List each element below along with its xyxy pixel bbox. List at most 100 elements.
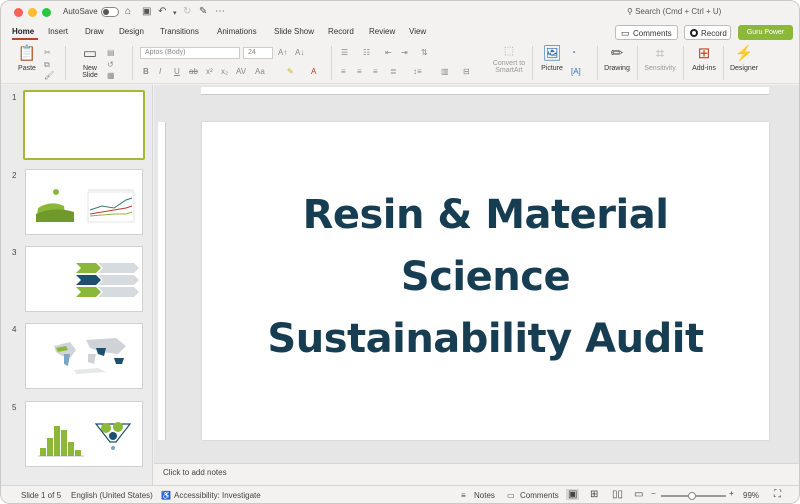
notes-toggle[interactable]: Notes <box>474 491 495 500</box>
slide-thumbnail-4[interactable] <box>25 323 143 389</box>
save-icon[interactable]: ▣ <box>142 6 151 18</box>
text-box-icon[interactable]: [A] <box>571 67 581 76</box>
tab-animations[interactable]: Animations <box>217 27 257 36</box>
record-button[interactable]: Record <box>684 25 731 40</box>
more-icon[interactable]: ⋯ <box>215 6 225 18</box>
designer-button[interactable]: ⚡ Designer <box>727 45 761 72</box>
numbering-icon[interactable]: ☷ <box>363 48 370 57</box>
increase-font-icon[interactable]: A↑ <box>278 48 287 57</box>
justify-icon[interactable]: ≣ <box>390 67 397 76</box>
tab-insert[interactable]: Insert <box>48 27 68 36</box>
slide-thumbnail-1[interactable] <box>23 90 145 160</box>
record-icon <box>690 29 698 37</box>
tab-home[interactable]: Home <box>12 27 34 36</box>
tab-record[interactable]: Record <box>328 27 354 36</box>
powerpoint-window: AutoSave ⌂ ▣ ↶ ▾ ↻ ✎ ⋯ ⚲ Search (Cmd + C… <box>0 0 800 504</box>
paste-button[interactable]: 📋 Paste <box>13 45 41 72</box>
comments-button-label: Comments <box>633 29 672 38</box>
shapes-icon[interactable]: ◔ <box>571 48 576 57</box>
ribbon-tabs: Home Insert Draw Design Transitions Anim… <box>1 23 799 41</box>
highlight-icon[interactable]: ✎ <box>287 67 294 76</box>
superscript-icon[interactable]: x² <box>206 67 213 76</box>
slide-thumbnails-pane: 1 2 3 4 5 <box>1 85 153 485</box>
home-icon[interactable]: ⌂ <box>125 6 131 18</box>
slide-thumbnail-2[interactable] <box>25 169 143 235</box>
character-spacing-icon[interactable]: AV <box>236 67 246 76</box>
tab-view[interactable]: View <box>409 27 426 36</box>
font-color-icon[interactable]: A <box>311 67 316 76</box>
add-ins-button[interactable]: ⊞ Add-ins <box>689 45 719 72</box>
drawing-button[interactable]: ✏ Drawing <box>602 45 632 72</box>
fit-to-window-icon[interactable]: ⛶ <box>774 489 781 500</box>
zoom-out-icon[interactable]: − <box>651 489 656 498</box>
undo-icon[interactable]: ↶ <box>158 6 166 18</box>
layout-icon[interactable]: ▤ <box>107 48 115 57</box>
redo-icon[interactable]: ↻ <box>183 6 191 18</box>
cut-icon[interactable]: ✂ <box>44 48 51 57</box>
accessibility-status[interactable]: Accessibility: Investigate <box>174 491 261 500</box>
font-name-value: Aptos (Body) <box>145 49 186 56</box>
convert-to-smartart-button[interactable]: ⬚ Convert to SmartArt <box>489 44 529 74</box>
copy-icon[interactable]: ⧉ <box>44 60 50 70</box>
status-bar: Slide 1 of 5 English (United States) ♿ A… <box>1 485 799 503</box>
section-icon[interactable]: ▦ <box>107 71 115 80</box>
zoom-level[interactable]: 99% <box>743 491 759 500</box>
slide-canvas[interactable]: Resin & Material Science Sustainability … <box>202 122 769 440</box>
format-painter-small-icon[interactable]: 🖌 <box>44 71 54 80</box>
decrease-indent-icon[interactable]: ⇤ <box>385 48 392 57</box>
ribbon-separator <box>683 46 684 80</box>
notes-pane[interactable]: Click to add notes <box>154 463 799 483</box>
drawing-label: Drawing <box>604 65 630 72</box>
reading-view-icon[interactable]: ▯▯ <box>612 489 623 500</box>
bold-icon[interactable]: B <box>143 67 149 76</box>
align-text-icon[interactable]: ⊟ <box>463 67 470 76</box>
tab-review[interactable]: Review <box>369 27 395 36</box>
align-left-icon[interactable]: ≡ <box>341 67 346 76</box>
vertical-ruler <box>158 122 166 440</box>
new-slide-button[interactable]: ▭ New Slide <box>77 45 103 79</box>
zoom-window-button[interactable] <box>42 8 51 17</box>
slide-title-textbox[interactable]: Resin & Material Science Sustainability … <box>202 184 769 370</box>
tab-design[interactable]: Design <box>119 27 144 36</box>
text-direction-icon[interactable]: ⇅ <box>421 48 428 57</box>
minimize-window-button[interactable] <box>28 8 37 17</box>
slide-sorter-icon[interactable]: ⊞ <box>590 489 598 500</box>
font-name-select[interactable]: Aptos (Body) <box>140 47 240 59</box>
italic-icon[interactable]: I <box>159 67 161 76</box>
thumbnail-number: 3 <box>12 248 17 257</box>
ribbon-separator <box>597 46 598 80</box>
align-center-icon[interactable]: ≡ <box>357 67 362 76</box>
close-window-button[interactable] <box>14 8 23 17</box>
subscript-icon[interactable]: x₂ <box>221 67 228 76</box>
change-case-icon[interactable]: Aa <box>255 67 265 76</box>
picture-button[interactable]: 🖼 Picture <box>537 45 567 72</box>
underline-icon[interactable]: U <box>174 67 180 76</box>
decrease-font-icon[interactable]: A↓ <box>295 48 304 57</box>
normal-view-icon[interactable]: ▣ <box>566 489 580 500</box>
strikethrough-icon[interactable]: ab <box>189 67 198 76</box>
increase-indent-icon[interactable]: ⇥ <box>401 48 408 57</box>
guru-power-button[interactable]: Guru Power <box>738 25 793 40</box>
tab-slide-show[interactable]: Slide Show <box>274 27 314 36</box>
sensitivity-button[interactable]: ⌗ Sensitivity <box>641 45 679 72</box>
format-painter-icon[interactable]: ✎ <box>199 6 207 18</box>
tab-draw[interactable]: Draw <box>85 27 104 36</box>
zoom-in-icon[interactable]: + <box>729 489 734 498</box>
search-input[interactable]: ⚲ Search (Cmd + Ctrl + U) <box>627 7 721 16</box>
bullets-icon[interactable]: ☰ <box>341 48 348 57</box>
zoom-slider-handle[interactable] <box>688 492 696 500</box>
slide-thumbnail-3[interactable] <box>25 246 143 312</box>
slide-thumbnail-5[interactable] <box>25 401 143 467</box>
slideshow-view-icon[interactable]: ▭ <box>634 489 643 500</box>
tab-transitions[interactable]: Transitions <box>160 27 199 36</box>
reset-icon[interactable]: ↺ <box>107 60 114 69</box>
line-spacing-icon[interactable]: ↕≡ <box>413 67 422 76</box>
autosave-toggle[interactable] <box>101 7 119 17</box>
undo-dropdown-icon[interactable]: ▾ <box>173 8 177 20</box>
language-indicator[interactable]: English (United States) <box>71 491 153 500</box>
comments-toggle[interactable]: Comments <box>520 491 559 500</box>
font-size-select[interactable]: 24 <box>243 47 273 59</box>
align-right-icon[interactable]: ≡ <box>373 67 378 76</box>
columns-icon[interactable]: ▥ <box>441 67 449 76</box>
comments-button[interactable]: ▭ Comments <box>615 25 678 40</box>
